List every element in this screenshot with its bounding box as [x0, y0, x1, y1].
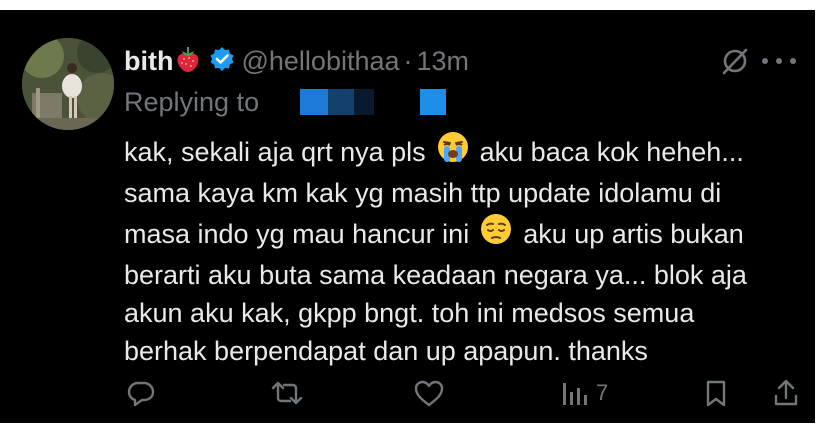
tweet-line: masa indo yg mau hancur ini aku up artis…	[124, 212, 804, 256]
bookmark-icon	[703, 378, 729, 408]
retweet-button[interactable]	[270, 373, 304, 413]
tweet-line: kak, sekali aja qrt nya pls aku baca kok…	[124, 130, 804, 174]
views-icon	[560, 378, 588, 408]
tweet-line: berarti aku buta sama keadaan negara ya.…	[124, 260, 747, 290]
heart-icon	[413, 378, 445, 408]
views-button[interactable]: 7	[560, 373, 608, 413]
share-button[interactable]	[772, 373, 800, 413]
strawberry-emoji	[173, 44, 203, 79]
replying-to: Replying to	[124, 86, 259, 118]
replying-to-label: Replying to	[124, 86, 260, 117]
tweet-line: berhak berpendapat dan up apapun. thanks	[124, 336, 648, 366]
avatar[interactable]	[22, 38, 114, 130]
share-icon	[772, 378, 800, 408]
tweet-text: kak, sekali aja qrt nya pls aku baca kok…	[124, 130, 804, 370]
loudly-crying-face-emoji	[436, 130, 470, 174]
tweet-card[interactable]: bith @hellobithaa · 13m Replying to kak,…	[0, 10, 815, 423]
timestamp[interactable]: 13m	[417, 46, 470, 77]
reply-icon	[126, 378, 156, 408]
action-bar: 7	[0, 373, 815, 413]
display-name[interactable]: bith	[124, 46, 173, 77]
screenshot-frame: bith @hellobithaa · 13m Replying to kak,…	[0, 0, 828, 432]
bookmark-button[interactable]	[703, 373, 729, 413]
tweet-line: akun aku kak, gkpp bngt. toh ini medsos …	[124, 298, 695, 328]
separator-dot: ·	[403, 45, 413, 76]
tweet-line: sama kaya km kak yg masih ttp update ido…	[124, 178, 722, 208]
retweet-icon	[270, 378, 304, 408]
handle[interactable]: @hellobithaa	[241, 46, 399, 77]
verified-badge-icon[interactable]	[209, 46, 235, 77]
more-icon[interactable]	[757, 46, 801, 81]
pensive-face-emoji	[479, 212, 513, 256]
tweet-header: bith @hellobithaa · 13m	[124, 41, 469, 81]
like-button[interactable]	[413, 373, 445, 413]
reply-button[interactable]	[126, 373, 156, 413]
views-count: 7	[596, 380, 609, 405]
grok-icon[interactable]	[720, 46, 750, 81]
